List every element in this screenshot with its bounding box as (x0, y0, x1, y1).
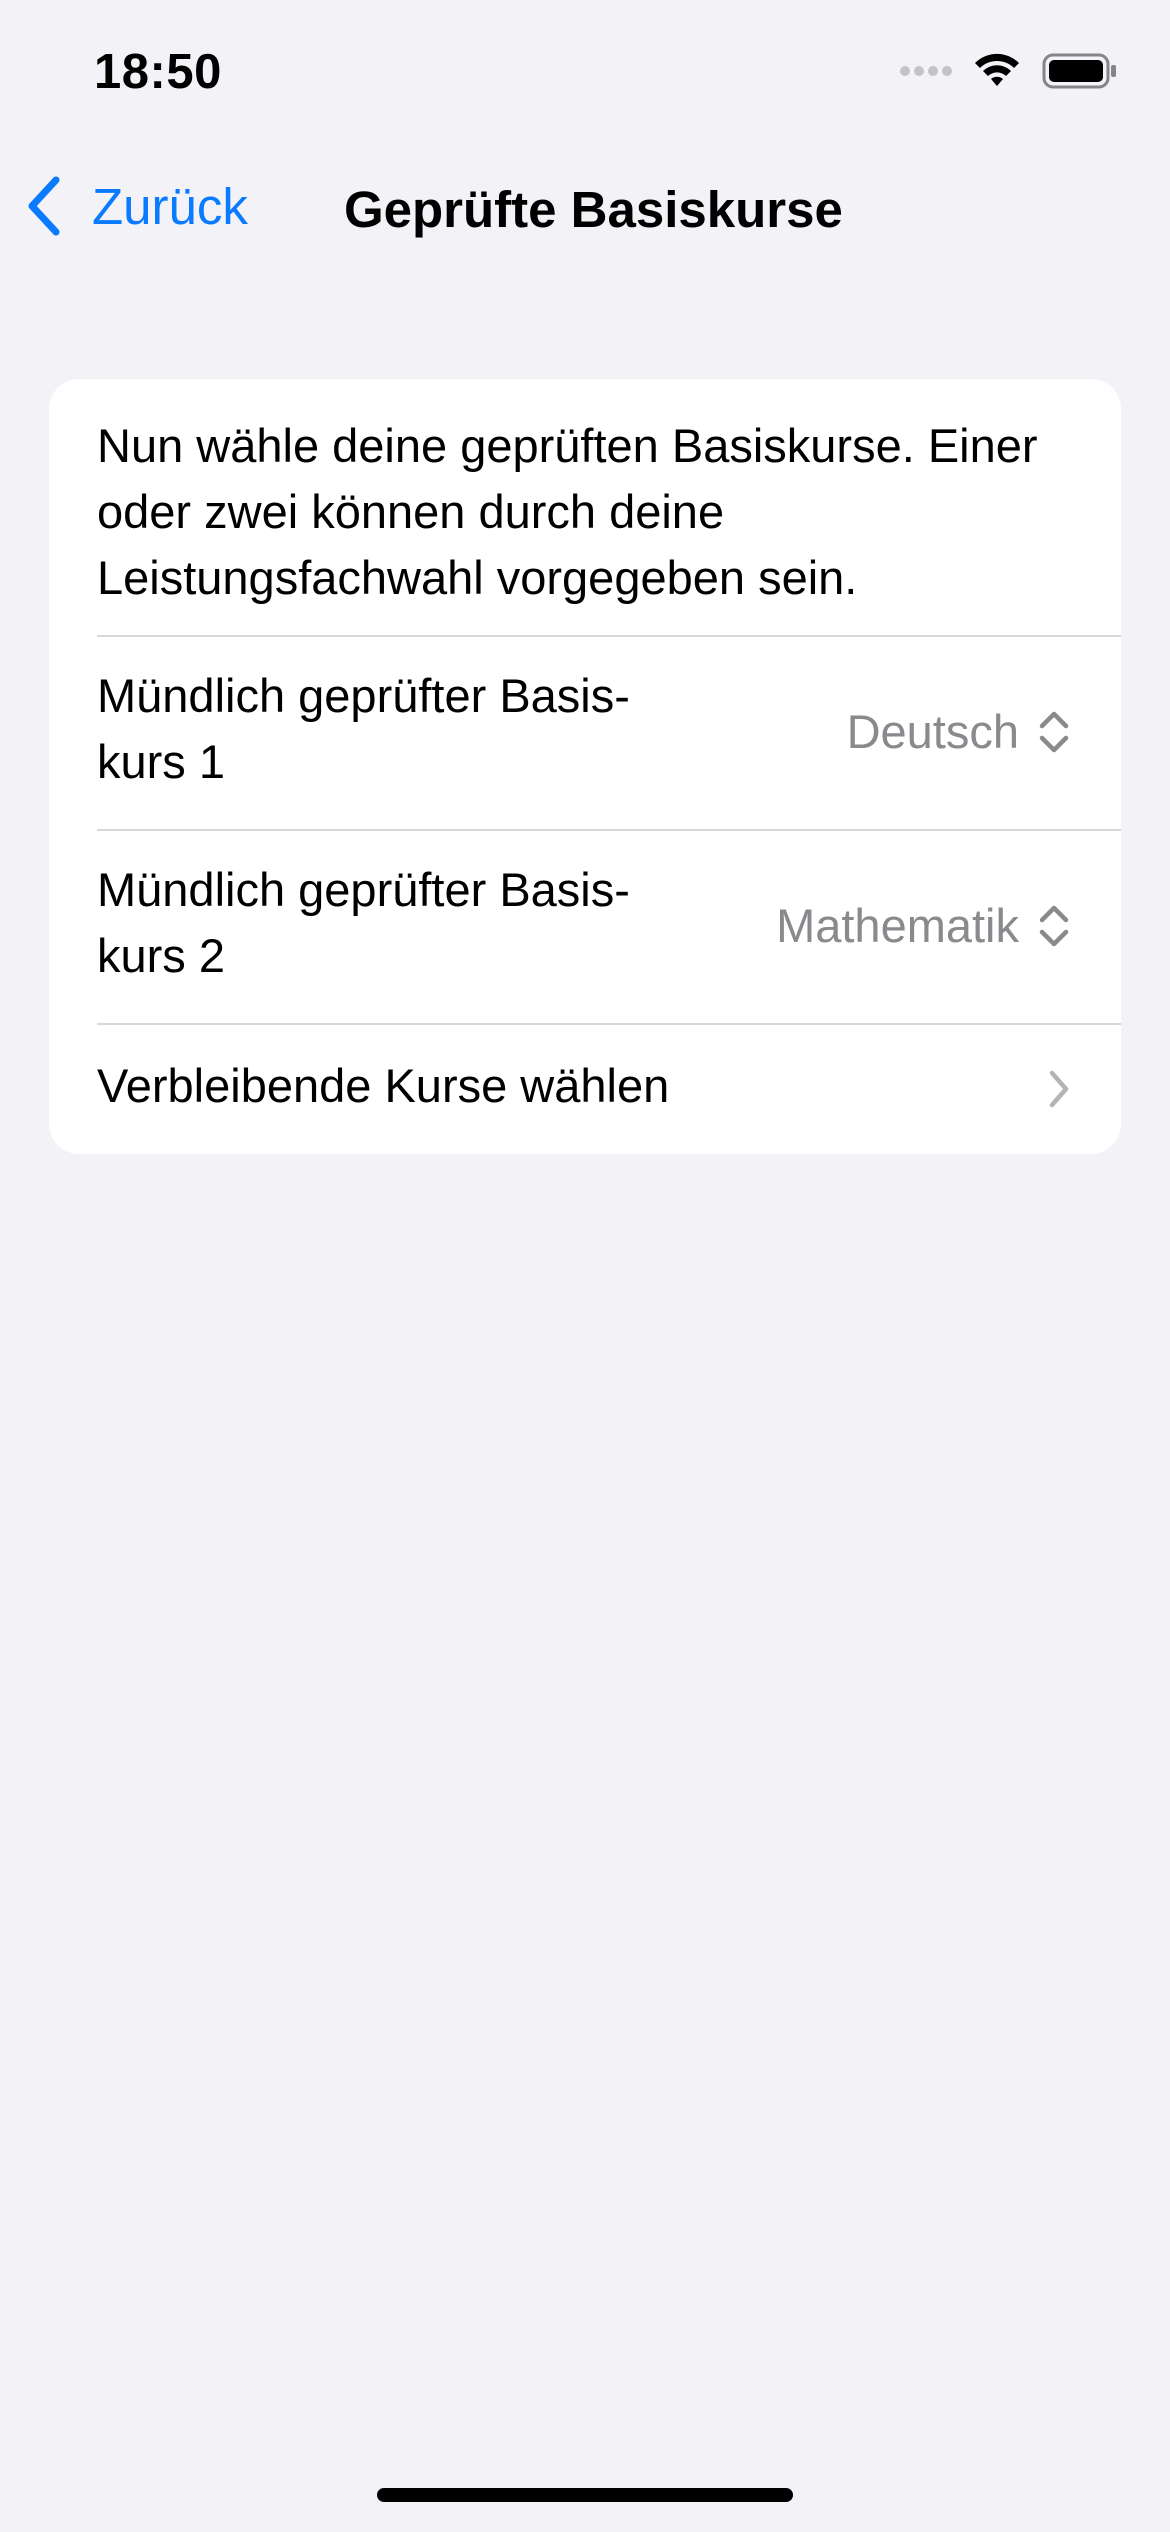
row-label-line1: Mündlich geprüfter Basis- (97, 863, 630, 916)
status-icons (900, 52, 1118, 95)
row-label: Verbleibende Kurse wählen (97, 1059, 670, 1112)
course-selection-card: Nun wähle deine geprüften Basiskurse. Ei… (49, 379, 1121, 1154)
row-label-line2: kurs 1 (97, 735, 225, 788)
back-label: Zurück (92, 177, 248, 235)
chevron-left-icon (28, 176, 60, 236)
row-label: Mündlich geprüfter Basis- kurs 1 (97, 663, 630, 795)
row-value: Mathematik (776, 899, 1019, 952)
row-label-line1: Mündlich geprüfter Basis- (97, 669, 630, 722)
back-button[interactable]: Zurück (24, 174, 248, 238)
status-time: 18:50 (94, 45, 222, 99)
home-indicator[interactable] (377, 2488, 793, 2502)
choose-remaining-courses-row[interactable]: Verbleibende Kurse wählen (49, 1025, 1121, 1154)
battery-icon (1042, 52, 1118, 95)
wifi-icon (972, 52, 1022, 95)
oral-basic-course-1-picker[interactable]: Mündlich geprüfter Basis- kurs 1 Deutsch (49, 637, 1121, 829)
chevron-up-down-icon (1039, 905, 1069, 947)
row-label-line2: kurs 2 (97, 929, 225, 982)
signal-icon (900, 63, 952, 84)
navigation-bar: Zurück Geprüfte Basiskurse (0, 160, 1170, 256)
chevron-right-icon (1049, 1070, 1069, 1108)
intro-text: Nun wähle deine geprüften Basiskurse. Ei… (97, 419, 1038, 604)
row-value: Deutsch (846, 705, 1019, 758)
oral-basic-course-2-picker[interactable]: Mündlich geprüfter Basis- kurs 2 Mathema… (49, 831, 1121, 1023)
page-title: Geprüfte Basiskurse (344, 181, 843, 238)
row-label: Mündlich geprüfter Basis- kurs 2 (97, 857, 630, 989)
chevron-up-down-icon (1039, 711, 1069, 753)
status-bar: 18:50 (0, 0, 1170, 140)
